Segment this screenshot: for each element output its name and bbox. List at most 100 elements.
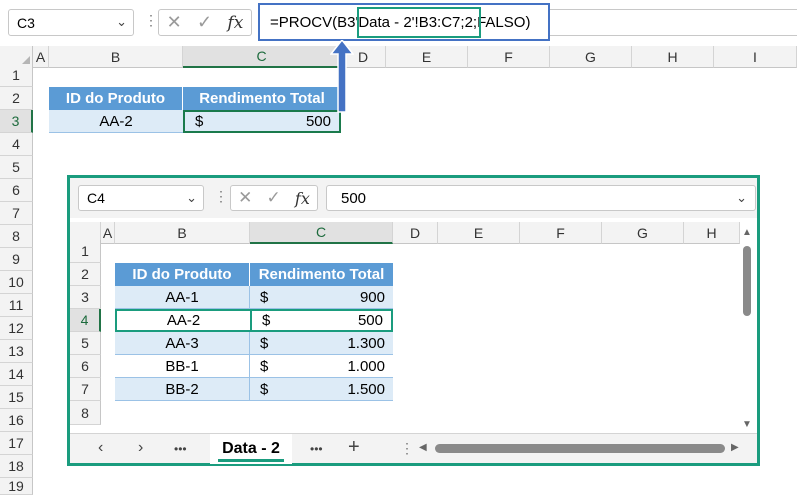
scroll-up-icon[interactable]: ▲ — [742, 227, 752, 238]
table-row-3-id[interactable]: AA-3 — [115, 332, 250, 355]
drag-handle-icon[interactable]: ⋮ — [144, 12, 158, 29]
inner-column-header-b[interactable]: B — [115, 222, 250, 244]
horizontal-scrollbar[interactable]: ◀ ▶ — [415, 441, 745, 457]
chevron-down-icon[interactable]: ⌄ — [186, 190, 197, 206]
row-header-1[interactable]: 1 — [0, 64, 33, 87]
sheet-tabs-bar: ‹ › ••• Data - 2 ••• + ⋮ ◀ ▶ — [70, 433, 757, 464]
row-header-12[interactable]: 12 — [0, 317, 33, 340]
chevron-down-icon[interactable]: ⌄ — [116, 14, 127, 30]
inner-row-header-5[interactable]: 5 — [70, 332, 101, 355]
currency-symbol: $ — [260, 288, 269, 306]
add-sheet-button[interactable]: + — [348, 436, 360, 459]
table-row-3-total[interactable]: $ 1.300 — [250, 332, 393, 355]
fx-icon[interactable]: fx — [227, 13, 243, 33]
name-box-value: C3 — [17, 14, 35, 31]
table-row-5-total[interactable]: $ 1.500 — [250, 378, 393, 401]
cell-b3[interactable]: AA-2 — [49, 110, 183, 133]
row-header-2[interactable]: 2 — [0, 87, 33, 110]
row-header-5[interactable]: 5 — [0, 156, 33, 179]
vertical-scrollbar[interactable]: ▲ ▼ — [740, 227, 754, 431]
table-row-5-id[interactable]: BB-2 — [115, 378, 250, 401]
check-icon[interactable]: ✓ — [197, 12, 212, 33]
column-header-c[interactable]: C — [183, 46, 341, 68]
row-header-14[interactable]: 14 — [0, 363, 33, 386]
table-row-4-total[interactable]: $ 1.000 — [250, 355, 393, 378]
sheet-tab-label: Data - 2 — [222, 440, 280, 457]
table-row-2-id[interactable]: AA-2 — [115, 309, 250, 332]
name-box[interactable]: C3 ⌄ — [8, 9, 134, 36]
column-header-b[interactable]: B — [49, 46, 183, 68]
column-header-i[interactable]: I — [714, 46, 797, 68]
row-header-7[interactable]: 7 — [0, 202, 33, 225]
row-header-8[interactable]: 8 — [0, 225, 33, 248]
inner-row-header-3[interactable]: 3 — [70, 286, 101, 309]
row-header-9[interactable]: 9 — [0, 248, 33, 271]
inner-column-header-g[interactable]: G — [602, 222, 684, 244]
vertical-scroll-thumb[interactable] — [743, 246, 751, 316]
chevron-right-icon[interactable]: › — [138, 439, 143, 457]
row-header-11[interactable]: 11 — [0, 294, 33, 317]
scroll-down-icon[interactable]: ▼ — [742, 419, 752, 430]
table-row-4-id[interactable]: BB-1 — [115, 355, 250, 378]
check-icon[interactable]: ✓ — [267, 188, 281, 208]
scroll-right-icon[interactable]: ▶ — [731, 442, 739, 453]
row-header-6[interactable]: 6 — [0, 179, 33, 202]
cell-c3-selected[interactable]: $ 500 — [183, 110, 341, 133]
row-header-3[interactable]: 3 — [0, 110, 33, 133]
table-row-1-id[interactable]: AA-1 — [115, 286, 250, 309]
formula-bar-track — [550, 9, 797, 36]
row-header-16[interactable]: 16 — [0, 409, 33, 432]
inner-row-header-1[interactable]: 1 — [70, 240, 101, 263]
table-header-id[interactable]: ID do Produto — [49, 87, 183, 110]
inner-column-header-d[interactable]: D — [393, 222, 438, 244]
sheet-tab-data-2[interactable]: Data - 2 — [210, 434, 292, 464]
column-header-a[interactable]: A — [33, 46, 49, 68]
inner-row-header-6[interactable]: 6 — [70, 355, 101, 378]
currency-symbol: $ — [260, 334, 269, 352]
more-sheets-right-button[interactable]: ••• — [310, 442, 323, 456]
table-row-1-total[interactable]: $ 900 — [250, 286, 393, 309]
column-header-h[interactable]: H — [632, 46, 714, 68]
inner-table-header-id[interactable]: ID do Produto — [115, 263, 250, 286]
inner-row-header-4[interactable]: 4 — [70, 309, 101, 332]
inner-table-header-total[interactable]: Rendimento Total — [250, 263, 393, 286]
formula-bar: C3 ⌄ ⋮ ✕ ✓ fx =PROCV(B3 'Data - 2'!B3:C7… — [0, 0, 797, 46]
inner-column-header-e[interactable]: E — [438, 222, 520, 244]
formula-prefix: =PROCV(B3 — [270, 13, 356, 31]
x-icon[interactable]: ✕ — [238, 188, 252, 208]
currency-symbol: $ — [260, 380, 269, 398]
fx-icon[interactable]: fx — [295, 189, 310, 208]
inner-row-header-7[interactable]: 7 — [70, 378, 101, 401]
row-header-17[interactable]: 17 — [0, 432, 33, 455]
scroll-left-icon[interactable]: ◀ — [419, 442, 427, 453]
row-header-18[interactable]: 18 — [0, 455, 33, 478]
drag-handle-icon[interactable]: ⋮ — [214, 188, 228, 205]
inner-column-header-h[interactable]: H — [684, 222, 740, 244]
row-header-13[interactable]: 13 — [0, 340, 33, 363]
up-arrow-icon — [330, 40, 354, 113]
formula-range-highlight — [357, 7, 481, 38]
row-header-10[interactable]: 10 — [0, 271, 33, 294]
inner-column-header-f[interactable]: F — [520, 222, 602, 244]
column-header-f[interactable]: F — [468, 46, 550, 68]
table-row-2-total-selected[interactable]: $ 500 — [250, 309, 393, 332]
inner-formula-buttons: ✕ ✓ fx — [230, 185, 318, 211]
inner-column-header-c[interactable]: C — [250, 222, 393, 244]
inner-formula-input[interactable]: 500 ⌄ — [326, 185, 756, 211]
chevron-down-icon[interactable]: ⌄ — [736, 190, 747, 206]
column-header-g[interactable]: G — [550, 46, 632, 68]
inner-row-header-2[interactable]: 2 — [70, 263, 101, 286]
row-header-15[interactable]: 15 — [0, 386, 33, 409]
table-header-total[interactable]: Rendimento Total — [183, 87, 341, 110]
inner-row-header-8[interactable]: 8 — [70, 401, 101, 425]
inner-column-header-a[interactable]: A — [101, 222, 115, 244]
drag-handle-icon[interactable]: ⋮ — [400, 440, 414, 457]
horizontal-scroll-thumb[interactable] — [435, 444, 725, 453]
row-header-4[interactable]: 4 — [0, 133, 33, 156]
column-header-e[interactable]: E — [386, 46, 468, 68]
x-icon[interactable]: ✕ — [167, 12, 182, 33]
row-header-19[interactable]: 19 — [0, 478, 33, 495]
chevron-left-icon[interactable]: ‹ — [98, 439, 103, 457]
more-sheets-left-button[interactable]: ••• — [174, 442, 187, 456]
inner-name-box[interactable]: C4 ⌄ — [78, 185, 204, 211]
